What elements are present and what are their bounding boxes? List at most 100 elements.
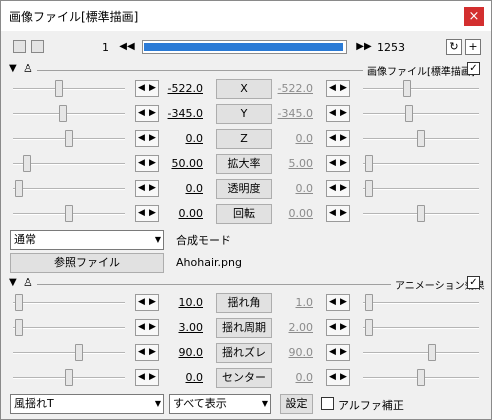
- left-slider-track[interactable]: [13, 113, 125, 115]
- left-value[interactable]: 90.0: [163, 346, 204, 359]
- right-slider-track[interactable]: [363, 88, 479, 90]
- arrow-right-icon[interactable]: ▶: [147, 320, 158, 335]
- right-value[interactable]: 5.00: [273, 157, 314, 170]
- track-button[interactable]: 拡大率: [216, 154, 272, 174]
- arrow-left-icon[interactable]: ◀: [327, 181, 338, 196]
- left-slider-thumb[interactable]: [54, 80, 63, 97]
- section1-checkbox[interactable]: ✓: [467, 62, 480, 75]
- arrow-right-icon[interactable]: ▶: [147, 295, 158, 310]
- arrow-right-icon[interactable]: ▶: [338, 345, 349, 360]
- left-value[interactable]: 3.00: [163, 321, 204, 334]
- arrow-right-icon[interactable]: ▶: [147, 345, 158, 360]
- arrow-left-icon[interactable]: ◀: [327, 370, 338, 385]
- effect-select[interactable]: 風揺れT ▼: [10, 394, 164, 414]
- left-value[interactable]: -345.0: [163, 107, 203, 120]
- right-arrows[interactable]: ◀ ▶: [326, 344, 350, 361]
- left-slider-track[interactable]: [13, 302, 125, 304]
- collapse-icon[interactable]: ▼: [9, 277, 17, 288]
- blend-mode-select[interactable]: 通常 ▼: [10, 230, 164, 250]
- track-button[interactable]: Y: [216, 104, 272, 124]
- left-slider-thumb[interactable]: [15, 319, 24, 336]
- close-button[interactable]: ×: [464, 7, 484, 26]
- left-slider-track[interactable]: [13, 188, 125, 190]
- left-value[interactable]: 0.00: [163, 207, 204, 220]
- arrow-left-icon[interactable]: ◀: [136, 206, 147, 221]
- right-slider-track[interactable]: [363, 327, 479, 329]
- arrow-right-icon[interactable]: ▶: [147, 206, 158, 221]
- right-arrows[interactable]: ◀ ▶: [326, 130, 350, 147]
- right-slider-thumb[interactable]: [365, 180, 374, 197]
- left-arrows[interactable]: ◀ ▶: [135, 80, 159, 97]
- arrow-right-icon[interactable]: ▶: [338, 295, 349, 310]
- right-slider-track[interactable]: [363, 302, 479, 304]
- settings-button[interactable]: 設定: [280, 394, 313, 414]
- left-arrows[interactable]: ◀ ▶: [135, 105, 159, 122]
- collapse-icon[interactable]: ▼: [9, 63, 17, 74]
- left-arrows[interactable]: ◀ ▶: [135, 344, 159, 361]
- arrow-left-icon[interactable]: ◀: [327, 206, 338, 221]
- right-slider-thumb[interactable]: [365, 155, 374, 172]
- image-icon[interactable]: [31, 40, 44, 53]
- display-select[interactable]: すべて表示 ▼: [169, 394, 271, 414]
- track-button[interactable]: センター: [216, 368, 272, 388]
- right-arrows[interactable]: ◀ ▶: [326, 180, 350, 197]
- arrow-left-icon[interactable]: ◀: [327, 106, 338, 121]
- arrow-left-icon[interactable]: ◀: [136, 81, 147, 96]
- right-arrows[interactable]: ◀ ▶: [326, 369, 350, 386]
- arrow-right-icon[interactable]: ▶: [147, 131, 158, 146]
- right-slider-track[interactable]: [363, 352, 479, 354]
- right-value[interactable]: 1.0: [273, 296, 314, 309]
- left-value[interactable]: 50.00: [163, 157, 204, 170]
- left-value[interactable]: 10.0: [163, 296, 204, 309]
- left-slider-thumb[interactable]: [23, 155, 32, 172]
- arrow-right-icon[interactable]: ▶: [147, 81, 158, 96]
- left-slider-thumb[interactable]: [15, 294, 24, 311]
- left-arrows[interactable]: ◀ ▶: [135, 369, 159, 386]
- frame-seekbar[interactable]: [142, 40, 347, 54]
- left-slider-track[interactable]: [13, 352, 125, 354]
- left-value[interactable]: 0.0: [163, 182, 204, 195]
- right-slider-thumb[interactable]: [365, 294, 374, 311]
- arrow-left-icon[interactable]: ◀: [327, 81, 338, 96]
- track-button[interactable]: 揺れ周期: [216, 318, 272, 338]
- right-arrows[interactable]: ◀ ▶: [326, 294, 350, 311]
- arrow-left-icon[interactable]: ◀: [136, 320, 147, 335]
- right-slider-track[interactable]: [363, 163, 479, 165]
- prev-frame-button[interactable]: ◀◀: [118, 40, 136, 54]
- right-slider-thumb[interactable]: [405, 105, 414, 122]
- left-slider-thumb[interactable]: [58, 105, 67, 122]
- right-arrows[interactable]: ◀ ▶: [326, 155, 350, 172]
- left-arrows[interactable]: ◀ ▶: [135, 180, 159, 197]
- arrow-left-icon[interactable]: ◀: [136, 181, 147, 196]
- left-arrows[interactable]: ◀ ▶: [135, 155, 159, 172]
- arrow-left-icon[interactable]: ◀: [327, 295, 338, 310]
- arrow-right-icon[interactable]: ▶: [338, 156, 349, 171]
- left-value[interactable]: 0.0: [163, 371, 204, 384]
- left-slider-track[interactable]: [13, 88, 125, 90]
- left-slider-thumb[interactable]: [15, 180, 24, 197]
- arrow-right-icon[interactable]: ▶: [338, 106, 349, 121]
- arrow-right-icon[interactable]: ▶: [147, 106, 158, 121]
- left-slider-track[interactable]: [13, 327, 125, 329]
- right-slider-thumb[interactable]: [365, 319, 374, 336]
- left-slider-thumb[interactable]: [65, 130, 73, 147]
- right-value[interactable]: 90.0: [273, 346, 314, 359]
- right-value[interactable]: 0.0: [273, 182, 314, 195]
- right-value[interactable]: 0.00: [273, 207, 314, 220]
- right-slider-track[interactable]: [363, 113, 479, 115]
- alpha-correction-checkbox[interactable]: [321, 397, 334, 410]
- right-value[interactable]: -345.0: [273, 107, 313, 120]
- arrow-left-icon[interactable]: ◀: [327, 156, 338, 171]
- arrow-left-icon[interactable]: ◀: [136, 131, 147, 146]
- next-frame-button[interactable]: ▶▶: [355, 40, 373, 54]
- film-icon[interactable]: [13, 40, 26, 53]
- right-value[interactable]: -522.0: [273, 82, 313, 95]
- left-value[interactable]: -522.0: [163, 82, 203, 95]
- track-button[interactable]: Z: [216, 129, 272, 149]
- right-value[interactable]: 0.0: [273, 132, 314, 145]
- left-slider-thumb[interactable]: [65, 369, 73, 386]
- arrow-left-icon[interactable]: ◀: [136, 345, 147, 360]
- reference-file-button[interactable]: 参照ファイル: [10, 253, 164, 273]
- left-slider-thumb[interactable]: [65, 205, 73, 222]
- right-slider-thumb[interactable]: [427, 344, 436, 361]
